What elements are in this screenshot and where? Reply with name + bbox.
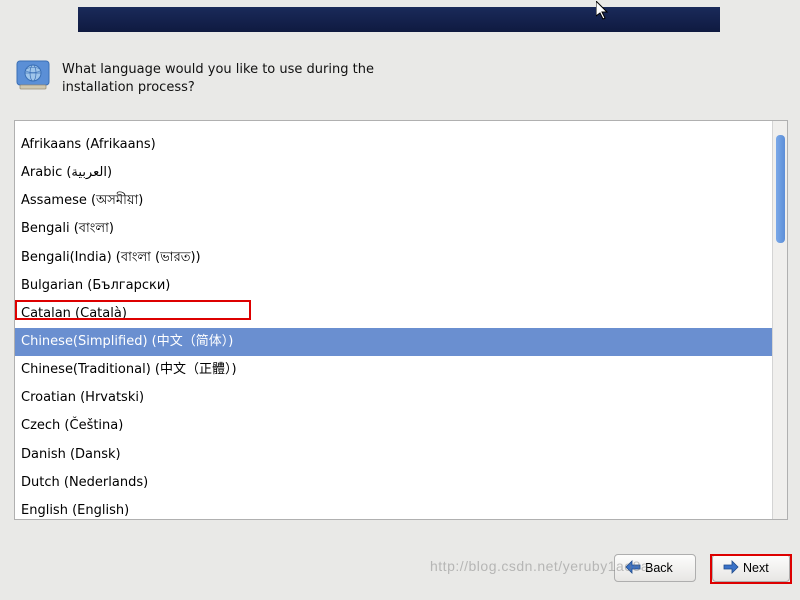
prompt-line2: installation process? xyxy=(62,80,195,95)
prompt-line1: What language would you like to use duri… xyxy=(62,62,374,77)
language-option[interactable]: Bengali(India) (বাংলা (ভারত)) xyxy=(15,244,772,272)
header-bar xyxy=(78,7,720,32)
button-row: Back Next xyxy=(0,554,800,588)
arrow-left-icon xyxy=(625,560,641,577)
language-option[interactable]: Dutch (Nederlands) xyxy=(15,469,772,497)
prompt-text: What language would you like to use duri… xyxy=(62,61,374,97)
language-option[interactable]: Chinese(Traditional) (中文（正體）) xyxy=(15,356,772,384)
next-button[interactable]: Next xyxy=(712,554,790,582)
cursor-icon xyxy=(596,1,612,27)
language-option[interactable]: Catalan (Català) xyxy=(15,300,772,328)
language-option[interactable]: Chinese(Simplified) (中文（简体）) xyxy=(15,328,772,356)
language-option[interactable]: Bengali (বাংলা) xyxy=(15,215,772,243)
language-list-container: Afrikaans (Afrikaans)Arabic (العربية)Ass… xyxy=(14,120,788,520)
back-button[interactable]: Back xyxy=(614,554,696,582)
language-option[interactable]: Assamese (অসমীয়া) xyxy=(15,187,772,215)
globe-icon xyxy=(16,58,50,92)
language-option[interactable]: Afrikaans (Afrikaans) xyxy=(15,131,772,159)
back-label: Back xyxy=(645,561,673,575)
language-option[interactable]: Arabic (العربية) xyxy=(15,159,772,187)
language-option[interactable]: Bulgarian (Български) xyxy=(15,272,772,300)
scrollbar-thumb[interactable] xyxy=(776,135,785,243)
language-option[interactable]: Czech (Čeština) xyxy=(15,412,772,440)
language-option[interactable]: Croatian (Hrvatski) xyxy=(15,384,772,412)
language-list[interactable]: Afrikaans (Afrikaans)Arabic (العربية)Ass… xyxy=(15,121,772,519)
scrollbar[interactable] xyxy=(772,121,787,519)
arrow-right-icon xyxy=(723,560,739,577)
language-option[interactable]: Danish (Dansk) xyxy=(15,441,772,469)
language-option[interactable]: English (English) xyxy=(15,497,772,519)
next-label: Next xyxy=(743,561,769,575)
